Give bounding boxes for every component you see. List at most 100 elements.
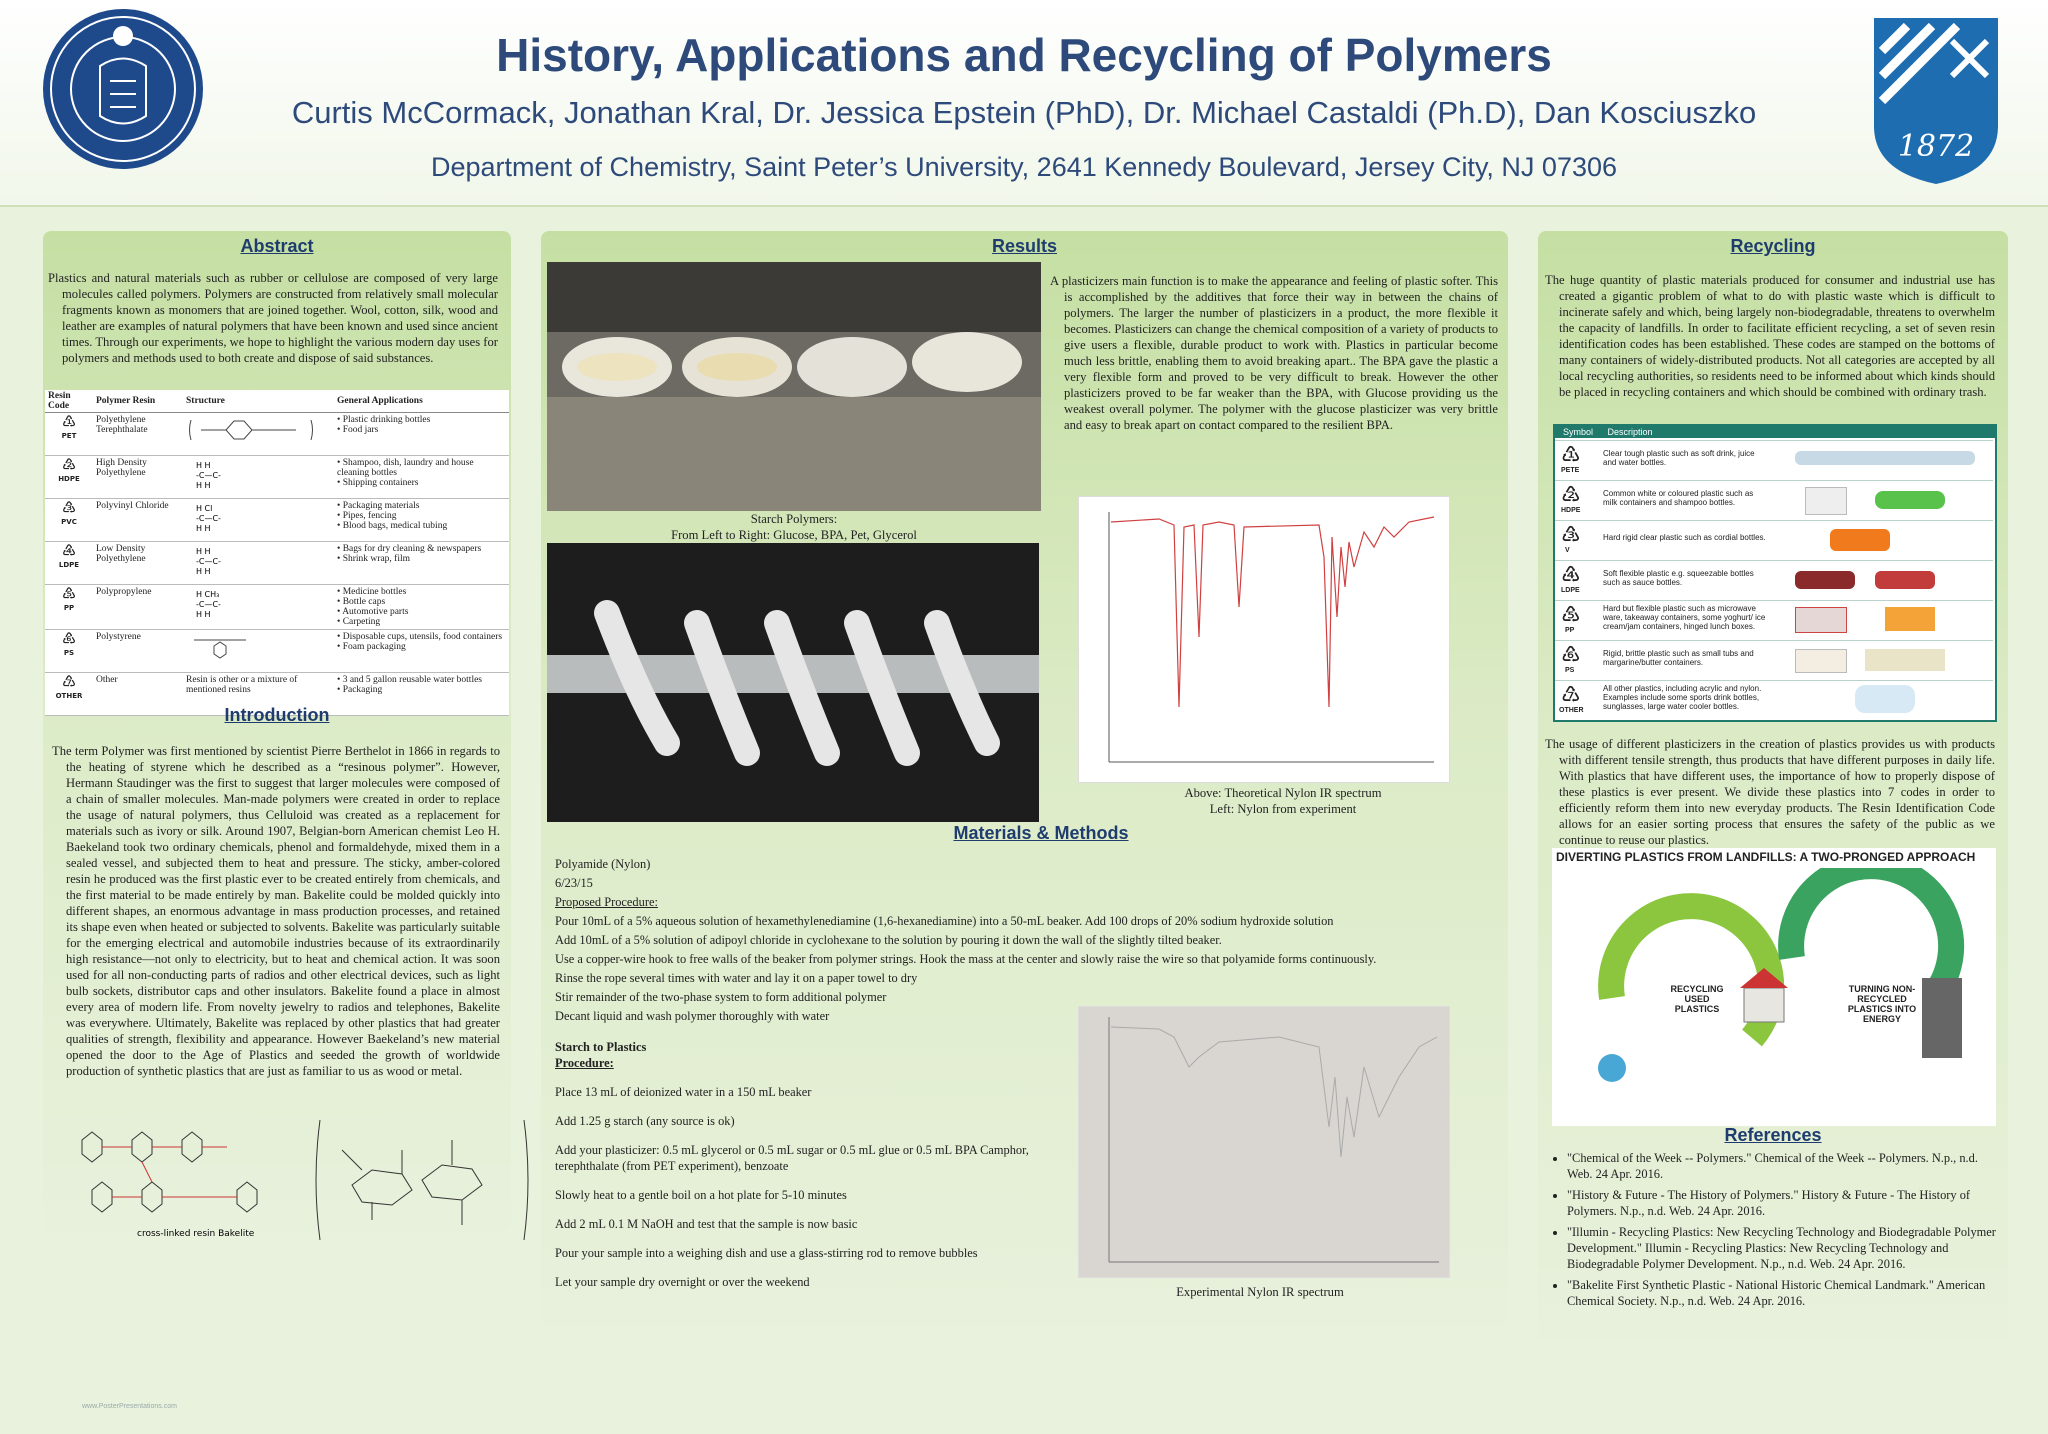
pvc-structure-icon: H Cl-C—C-H H xyxy=(196,504,221,533)
code-desc: Clear tough plastic such as soft drink, … xyxy=(1603,449,1755,467)
table-row: ♴ HDPE High Density Polyethylene H H -C—C-… xyxy=(45,455,509,499)
resin-header-polymer: Polymer Resin xyxy=(93,390,183,413)
left-column-panel xyxy=(43,231,511,1231)
resin-name: Polyethylene Terephthalate xyxy=(93,412,183,456)
nitrocellulose-structure-diagram xyxy=(315,1119,529,1241)
svg-text:H H: H H xyxy=(196,547,211,556)
recycle-symbol-icon: ♸ xyxy=(1561,643,1581,668)
resin-code-table: Resin Code Polymer Resin Structure Gener… xyxy=(45,390,509,716)
poster-department: Department of Chemistry, Saint Peter’s U… xyxy=(430,152,1618,182)
code-desc: Hard but flexible plastic such as microw… xyxy=(1603,604,1766,631)
code-abbr: V xyxy=(1565,547,1570,554)
starch-step: Pour your sample into a weighing dish an… xyxy=(555,1246,978,1260)
resin-header-code: Resin Code xyxy=(45,390,93,413)
starch-step: Add 1.25 g starch (any source is ok) xyxy=(555,1114,735,1128)
recycle-symbol-icon: ♶ xyxy=(1561,563,1581,588)
code-abbr: HDPE xyxy=(1561,507,1581,514)
recycle-symbol-icon: ♵ xyxy=(1561,523,1581,548)
structure-cell: H H -C—C- H H xyxy=(183,455,334,499)
code-abbr: OTHER xyxy=(1559,707,1584,714)
list-item: ♵ V Hard rigid clear plastic such as cor… xyxy=(1555,520,1993,558)
reference-item: "Illumin - Recycling Plastics: New Recyc… xyxy=(1567,1224,1997,1272)
theoretical-ir-spectrum xyxy=(1078,496,1450,783)
methods-line: Add 10mL of a 5% solution of adipoyl chl… xyxy=(555,933,1222,947)
results-heading: Results xyxy=(991,236,1058,256)
code-abbr: PS xyxy=(1565,667,1575,674)
code-abbr: LDPE xyxy=(1561,587,1580,594)
abstract-text: Plastics and natural materials such as r… xyxy=(48,270,498,366)
reference-item: "Chemical of the Week -- Polymers." Chem… xyxy=(1567,1150,1997,1182)
svg-text:H H: H H xyxy=(196,524,211,533)
references-heading: References xyxy=(1724,1125,1822,1145)
ldpe-structure-icon: H H-C—C-H H xyxy=(196,547,221,576)
abstract-heading: Abstract xyxy=(240,236,314,256)
recycle-code-icon: ♳ PET xyxy=(45,412,93,456)
recycling-paragraph-2: The usage of different plasticizers in t… xyxy=(1545,737,1995,847)
poster-title: History, Applications and Recycling of P… xyxy=(496,29,1552,81)
methods-line: Stir remainder of the two-phase system t… xyxy=(555,990,887,1004)
recycle-code-icon: ♶ LDPE xyxy=(45,541,93,585)
svg-text:H H: H H xyxy=(196,481,211,490)
diagram-right-label: TURNING NON-RECYCLED PLASTICS INTO ENERG… xyxy=(1847,984,1917,1024)
poster-authors: Curtis McCormack, Jonathan Kral, Dr. Jes… xyxy=(291,95,1757,130)
resin-name: Low Density Polyethylene xyxy=(93,541,183,585)
apps-cell: • Plastic drinking bottles • Food jars xyxy=(334,412,509,456)
introduction-paragraph: The term Polymer was first mentioned by … xyxy=(52,744,500,1078)
diagram-left-label: RECYCLING USED PLASTICS xyxy=(1670,984,1724,1014)
codes-header-symbol: Symbol xyxy=(1563,427,1594,437)
apps-cell: • Disposable cups, utensils, food contai… xyxy=(334,629,509,673)
methods-line: Proposed Procedure: xyxy=(555,895,658,909)
shampoo-bottle-icon xyxy=(1875,491,1945,509)
resin-name: Polystyrene xyxy=(93,629,183,673)
resin-name: Polypropylene xyxy=(93,584,183,630)
codes-header: Symbol Description xyxy=(1555,426,1995,438)
results-paragraph: A plasticizers main function is to make … xyxy=(1050,274,1498,432)
reference-item: "History & Future - The History of Polym… xyxy=(1567,1187,1997,1219)
methods-heading: Materials & Methods xyxy=(953,823,1129,843)
recycling-text: The huge quantity of plastic materials p… xyxy=(1545,272,1995,400)
starch-step: Add 2 mL 0.1 M NaOH and test that the sa… xyxy=(555,1217,858,1231)
code-desc: All other plastics, including acrylic an… xyxy=(1603,684,1762,711)
svg-text:H CH₃: H CH₃ xyxy=(196,590,219,599)
experimental-ir-spectrum xyxy=(1078,1006,1450,1278)
starch-procedure: Starch to Plastics Procedure: Place 13 m… xyxy=(555,1039,1055,1290)
code-abbr: PETE xyxy=(1561,467,1580,474)
code-desc: Hard rigid clear plastic such as cordial… xyxy=(1603,533,1766,542)
hdpe-structure-icon: H H-C—C-H H xyxy=(196,461,221,490)
svg-text:-C—C-: -C—C- xyxy=(196,471,221,480)
svg-text:-C—C-: -C—C- xyxy=(196,557,221,566)
code-desc: Common white or coloured plastic such as… xyxy=(1603,489,1754,507)
list-item: ♷ PP Hard but flexible plastic such as m… xyxy=(1555,600,1993,638)
recycle-code-icon: ♷ PP xyxy=(45,584,93,630)
pp-structure-icon: H CH₃-C—C-H H xyxy=(196,590,221,619)
cordial-bottle-icon xyxy=(1830,529,1890,551)
starch-heading: Starch to Plastics xyxy=(555,1040,647,1054)
nylon-procedure: Polyamide (Nylon) 6/23/15 Proposed Proce… xyxy=(555,855,1485,1026)
recycle-code-icon: ♵ PVC xyxy=(45,498,93,542)
recycling-paragraph: The huge quantity of plastic materials p… xyxy=(1545,273,1995,399)
bakelite-label: cross-linked resin Bakelite xyxy=(137,1229,255,1239)
starch-step: Place 13 mL of deionized water in a 150 … xyxy=(555,1085,812,1099)
recycle-symbol-icon: ♹ xyxy=(1561,683,1581,708)
bakelite-structure-diagram: cross-linked resin Bakelite xyxy=(81,1131,258,1239)
starch-caption-line1: Starch Polymers: xyxy=(750,512,838,526)
recycling-cycle-icon xyxy=(1598,868,1965,1082)
sauce-bottle-icon xyxy=(1795,571,1855,589)
introduction-text: The term Polymer was first mentioned by … xyxy=(52,743,500,1079)
references-list: "Chemical of the Week -- Polymers." Chem… xyxy=(1545,1150,1997,1314)
abstract-paragraph: Plastics and natural materials such as r… xyxy=(48,271,498,365)
starch-proc-label: Procedure: xyxy=(555,1056,614,1070)
reference-item: "Bakelite First Synthetic Plastic - Nati… xyxy=(1567,1277,1997,1309)
table-row: ♶ LDPE Low Density Polyethylene H H -C—C- H… xyxy=(45,541,509,585)
starch-polymer-photo xyxy=(547,262,1041,511)
lunchbox-icon xyxy=(1885,607,1935,631)
structure-cell: H CH₃ -C—C- H H xyxy=(183,584,334,630)
recycle-symbol-icon: ♳ xyxy=(1561,443,1581,468)
pet-structure-icon xyxy=(189,419,313,441)
recycle-code-icon: ♸ PS xyxy=(45,629,93,673)
resin-header-structure: Structure xyxy=(183,390,334,413)
poster-watermark: www.PosterPresentations.com xyxy=(82,1403,177,1410)
recycling-text-2: The usage of different plasticizers in t… xyxy=(1545,736,1995,848)
list-item: ♴ HDPE Common white or coloured plastic … xyxy=(1555,480,1993,518)
code-desc: Rigid, brittle plastic such as small tub… xyxy=(1603,649,1754,667)
